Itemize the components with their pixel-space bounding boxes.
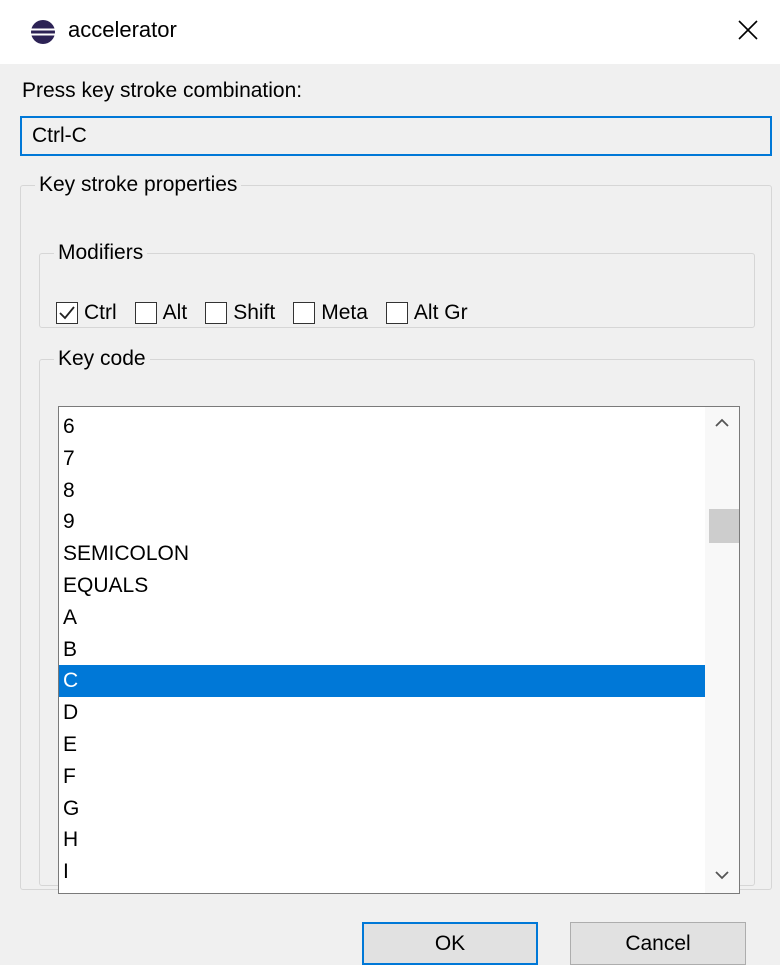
ok-button[interactable]: OK bbox=[362, 922, 538, 965]
title-bar: accelerator bbox=[0, 0, 780, 64]
key-code-item[interactable]: F bbox=[59, 761, 705, 793]
key-code-item[interactable]: H bbox=[59, 824, 705, 856]
keystroke-prompt-label: Press key stroke combination: bbox=[22, 79, 303, 102]
scroll-thumb[interactable] bbox=[709, 509, 739, 543]
checkbox-box[interactable] bbox=[293, 302, 316, 324]
modifier-meta-checkbox[interactable]: Meta bbox=[293, 300, 368, 326]
checkbox-label: Ctrl bbox=[84, 301, 117, 324]
checkbox-box[interactable] bbox=[205, 302, 228, 324]
key-code-item[interactable]: SEMICOLON bbox=[59, 538, 705, 570]
checkbox-box[interactable] bbox=[56, 302, 78, 324]
key-code-item[interactable]: 7 bbox=[59, 443, 705, 475]
key-code-item[interactable]: I bbox=[59, 856, 705, 888]
window-title: accelerator bbox=[68, 17, 177, 42]
key-code-item[interactable]: E bbox=[59, 729, 705, 761]
checkbox-box[interactable] bbox=[134, 302, 157, 324]
key-code-group: Key code I H G F E D C B A EQUALS SEMICOLON 9 8 7 6 bbox=[39, 346, 755, 894]
chevron-down-icon bbox=[715, 867, 729, 885]
key-code-item[interactable]: G bbox=[59, 793, 705, 825]
checkbox-label: Alt bbox=[162, 301, 188, 324]
key-code-item[interactable]: B bbox=[59, 634, 705, 666]
key-code-item[interactable]: 6 bbox=[59, 411, 705, 443]
modifier-shift-checkbox[interactable]: Shift bbox=[205, 300, 275, 326]
checkbox-label: Shift bbox=[233, 301, 276, 324]
eclipse-icon bbox=[30, 19, 56, 45]
keystroke-input[interactable] bbox=[20, 116, 772, 156]
chevron-up-icon bbox=[715, 415, 729, 433]
checkbox-label: Alt Gr bbox=[413, 301, 468, 324]
key-code-item[interactable]: A bbox=[59, 602, 705, 634]
checkbox-box[interactable] bbox=[385, 302, 408, 324]
key-code-item[interactable]: 9 bbox=[59, 506, 705, 538]
modifier-alt-gr-checkbox[interactable]: Alt Gr bbox=[385, 300, 468, 326]
modifiers-group: Modifiers Ctrl Alt Shift Meta Alt Gr bbox=[39, 240, 755, 328]
key-code-legend: Key code bbox=[58, 347, 146, 370]
cancel-button[interactable]: Cancel bbox=[570, 922, 746, 965]
modifier-ctrl-checkbox[interactable]: Ctrl bbox=[56, 300, 117, 326]
checkmark-icon bbox=[59, 306, 75, 320]
key-stroke-properties-group: Key stroke properties Modifiers Ctrl Alt S… bbox=[20, 172, 772, 894]
key-code-item[interactable]: 8 bbox=[59, 475, 705, 507]
close-button[interactable] bbox=[716, 0, 780, 64]
key-code-list[interactable]: I H G F E D C B A EQUALS SEMICOLON 9 8 7 6 bbox=[58, 406, 740, 894]
scroll-up-button[interactable] bbox=[705, 407, 739, 441]
scroll-down-button[interactable] bbox=[705, 859, 739, 893]
close-icon bbox=[737, 19, 759, 46]
modifier-checkboxes: Ctrl Alt Shift Meta Alt Gr bbox=[56, 300, 486, 326]
modifier-alt-checkbox[interactable]: Alt bbox=[134, 300, 188, 326]
accelerator-dialog: accelerator Press key stroke combination… bbox=[0, 0, 780, 965]
key-code-item[interactable]: EQUALS bbox=[59, 570, 705, 602]
key-code-item[interactable]: C bbox=[59, 665, 705, 698]
key-code-item[interactable]: D bbox=[59, 697, 705, 729]
checkbox-label: Meta bbox=[321, 301, 368, 324]
key-code-scrollbar[interactable] bbox=[705, 407, 739, 893]
modifiers-legend: Modifiers bbox=[58, 241, 144, 264]
key-stroke-properties-legend: Key stroke properties bbox=[39, 173, 238, 196]
